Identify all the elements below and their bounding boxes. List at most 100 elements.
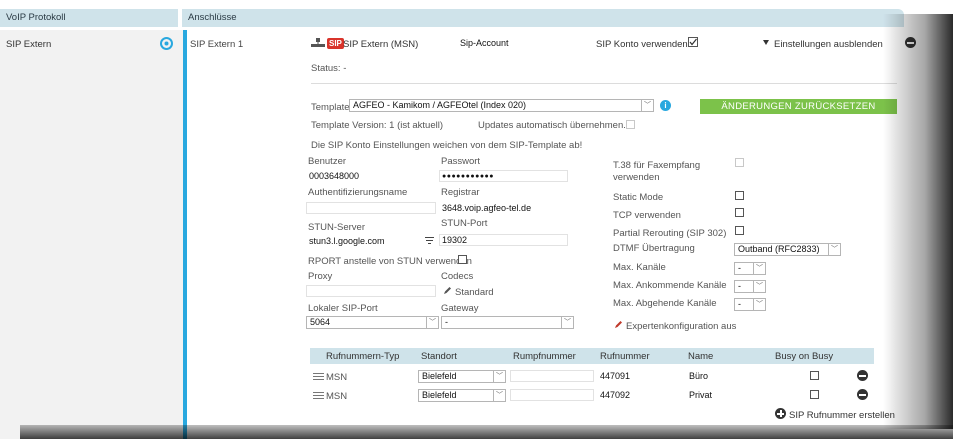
static-mode-label: Static Mode <box>613 192 664 203</box>
auth-name-label: Authentifizierungsname <box>308 187 408 198</box>
codecs-value[interactable]: Standard <box>455 287 494 298</box>
row-busy-checkbox[interactable] <box>810 390 819 399</box>
toggle-settings-link[interactable]: Einstellungen ausblenden <box>774 39 883 50</box>
row-standort-value: Bielefeld <box>422 390 457 400</box>
row-name-input[interactable]: Büro <box>686 370 770 382</box>
column-header-anschluesse: Anschlüsse <box>182 9 904 27</box>
row-rumpfnummer-input[interactable] <box>510 370 594 382</box>
row-standort-value: Bielefeld <box>422 371 457 381</box>
template-version: Template Version: 1 (ist aktuell) <box>311 120 444 131</box>
col-rufnummer: Rufnummer <box>600 351 650 362</box>
divider <box>311 83 897 84</box>
chevron-down-icon: ﹀ <box>561 317 573 328</box>
max-abgehende-label: Max. Abgehende Kanäle <box>613 298 717 309</box>
col-name: Name <box>688 351 714 362</box>
tcp-checkbox[interactable] <box>735 208 744 217</box>
gateway-label: Gateway <box>441 303 479 314</box>
page-shadow-right <box>883 14 953 429</box>
sidebar-item-sip-extern[interactable]: SIP Extern <box>6 39 51 50</box>
left-column <box>0 30 183 439</box>
row-rumpfnummer-input[interactable] <box>510 389 594 401</box>
col-standort: Standort <box>421 351 457 362</box>
row-standort-select[interactable]: Bielefeld ﹀ <box>418 389 506 402</box>
remove-row-icon[interactable] <box>857 389 868 400</box>
max-kanaele-value: - <box>738 263 741 273</box>
max-ankommende-value: - <box>738 281 741 291</box>
column-header-voip: VoIP Protokoll <box>0 9 178 27</box>
collapse-triangle-icon[interactable] <box>763 40 769 45</box>
template-value: AGFEO - Kamikom / AGFEOtel (Index 020) <box>353 100 527 110</box>
gateway-value: - <box>445 317 448 327</box>
selection-accent-bar <box>183 30 187 439</box>
dtmf-select[interactable]: Outband (RFC2833) ﹀ <box>734 243 841 256</box>
proxy-label: Proxy <box>308 271 333 282</box>
dtmf-label: DTMF Übertragung <box>613 243 695 254</box>
benutzer-label: Benutzer <box>308 156 347 167</box>
drag-handle-icon[interactable] <box>313 392 324 399</box>
partial-rerouting-label: Partial Rerouting (SIP 302) <box>613 228 727 239</box>
tcp-label: TCP verwenden <box>613 210 681 221</box>
chevron-down-icon: ﹀ <box>753 263 765 274</box>
sip-badge: SIP <box>327 38 344 49</box>
pencil-icon[interactable] <box>443 286 452 295</box>
page-shadow-bottom <box>20 425 953 439</box>
auto-update-label: Updates automatisch übernehmen. <box>478 120 626 131</box>
account-name-input[interactable]: Sip-Account <box>457 37 592 49</box>
rport-label: RPORT anstelle von STUN verwenden <box>308 256 472 267</box>
expert-config-link[interactable]: Expertenkonfiguration aus <box>626 321 736 332</box>
row-type: MSN <box>326 391 348 402</box>
max-abgehende-select[interactable]: - ﹀ <box>734 298 766 311</box>
reset-changes-button[interactable]: ÄNDERUNGEN ZURÜCKSETZEN <box>700 99 897 114</box>
auth-name-input[interactable] <box>306 202 436 214</box>
passwort-label: Passwort <box>441 156 481 167</box>
passwort-input[interactable]: ●●●●●●●●●●● <box>439 170 568 182</box>
filter-icon[interactable] <box>425 236 434 245</box>
auto-update-checkbox[interactable] <box>626 120 635 129</box>
info-icon[interactable]: i <box>660 100 671 111</box>
chevron-down-icon: ﹀ <box>753 299 765 310</box>
add-number-link[interactable]: SIP Rufnummer erstellen <box>789 410 895 421</box>
settings-icon[interactable] <box>160 37 173 50</box>
row-rufnummer-input[interactable]: 447091 <box>597 370 682 382</box>
registrar-label: Registrar <box>441 187 480 198</box>
stun-server-label: STUN-Server <box>308 222 366 233</box>
t38-checkbox[interactable] <box>735 158 744 167</box>
static-mode-checkbox[interactable] <box>735 191 744 200</box>
col-rumpfnummer: Rumpfnummer <box>513 351 576 362</box>
codecs-label: Codecs <box>441 271 474 282</box>
chevron-down-icon: ﹀ <box>493 390 505 401</box>
proxy-input[interactable] <box>306 285 436 297</box>
partial-rerouting-checkbox[interactable] <box>735 226 744 235</box>
add-icon[interactable] <box>775 408 786 419</box>
stun-port-label: STUN-Port <box>441 218 488 229</box>
stun-port-input[interactable]: 19302 <box>439 234 568 246</box>
chevron-down-icon: ﹀ <box>641 100 653 111</box>
row-busy-checkbox[interactable] <box>810 371 819 380</box>
max-kanaele-select[interactable]: - ﹀ <box>734 262 766 275</box>
sip-port-value: 5064 <box>310 317 331 327</box>
registrar-input[interactable]: 3648.voip.agfeo-tel.de <box>439 202 568 214</box>
benutzer-input[interactable]: 0003648000 <box>306 170 436 182</box>
network-icon <box>311 38 325 48</box>
t38-label-line1: T.38 für Faxempfang <box>613 160 701 171</box>
row-rufnummer-input[interactable]: 447092 <box>597 389 682 401</box>
max-ankommende-select[interactable]: - ﹀ <box>734 280 766 293</box>
remove-row-icon[interactable] <box>857 370 868 381</box>
chevron-down-icon: ﹀ <box>828 244 840 255</box>
drag-handle-icon[interactable] <box>313 373 324 380</box>
row-standort-select[interactable]: Bielefeld ﹀ <box>418 370 506 383</box>
template-label: Template <box>311 102 350 113</box>
row-type: MSN <box>326 372 348 383</box>
sip-port-select[interactable]: 5064 ﹀ <box>306 316 439 329</box>
chevron-down-icon: ﹀ <box>753 281 765 292</box>
col-rufnummern-typ: Rufnummern-Typ <box>326 351 400 362</box>
rport-checkbox[interactable] <box>458 255 467 264</box>
row-name-input[interactable]: Privat <box>686 389 770 401</box>
account-type-label: SIP Extern (MSN) <box>343 39 419 50</box>
use-account-label: SIP Konto verwenden <box>596 39 688 50</box>
template-select[interactable]: AGFEO - Kamikom / AGFEOtel (Index 020) ﹀ <box>349 99 654 112</box>
stun-server-input[interactable]: stun3.l.google.com <box>306 235 424 247</box>
use-account-checkbox[interactable] <box>688 37 698 47</box>
pencil-icon[interactable] <box>614 320 623 329</box>
gateway-select[interactable]: - ﹀ <box>441 316 574 329</box>
